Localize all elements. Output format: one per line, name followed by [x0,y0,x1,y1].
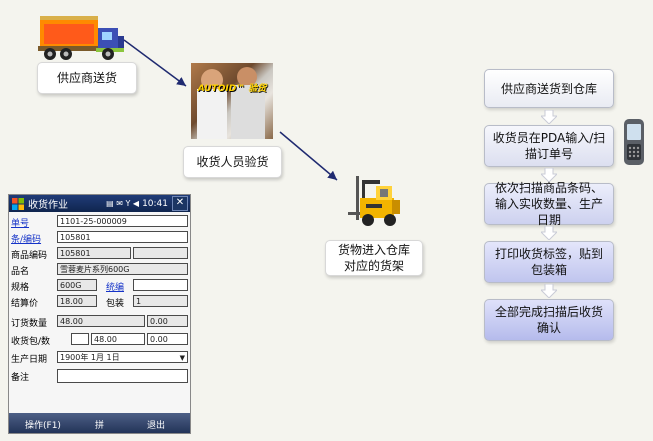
row-order-no: 单号 1101-25-000009 [9,215,190,229]
pack-label: 包装 [106,299,125,309]
flow-step-3-text: 依次扫描商品条码、输入实收数量、生产日期 [494,181,603,227]
price-label: 结算价 [11,299,39,309]
row-spec: 规格 600G 统编 [9,279,190,293]
barcode-label[interactable]: 条/编码 [11,232,41,245]
down-arrow-icon [541,110,557,124]
unit-field[interactable] [133,279,188,291]
flow-step-2: 收货员在PDA输入/扫描订单号 [484,125,614,167]
received-qty-field[interactable]: 48.00 [91,333,145,345]
received-pack-field[interactable] [71,333,89,345]
flow-step-4-text: 打印收货标签，贴到包装箱 [494,247,603,277]
flow-step-1: 供应商送货到仓库 [484,69,614,108]
chevron-down-icon: ▼ [179,354,185,362]
order-qty-label: 订货数量 [11,319,48,329]
row-remark: 备注 [9,369,190,383]
flow-step-5: 全部完成扫描后收货确认 [484,299,614,341]
production-date-value: 1900年 1月 1日 [60,353,120,362]
middle-softkey[interactable]: 拼 [95,418,104,431]
product-code-label: 商品编码 [11,251,48,261]
order-qty2-field: 0.00 [147,315,188,327]
order-no-label[interactable]: 单号 [11,216,29,229]
row-product-name: 品名 雪蓉麦片系列600G [9,263,190,277]
flow-step-4: 打印收货标签，贴到包装箱 [484,241,614,283]
arrow-photo-to-forklift [279,131,338,181]
pack-field: 1 [133,295,188,307]
pda-title-bar: 收货作业 ▤ ✉ Y ◀ 10:41 ✕ [9,195,190,212]
down-arrow-icon [541,284,557,298]
row-received: 收货包/数 48.00 0.00 [9,333,190,347]
operation-softkey[interactable]: 操作(F1) [25,418,61,431]
order-qty-field: 48.00 [57,315,145,327]
flow-step-5-text: 全部完成扫描后收货确认 [494,305,603,335]
product-name-label: 品名 [11,267,30,277]
handheld-scanner-icon [624,119,644,165]
price-field: 18.00 [57,295,97,307]
received-qty2-field[interactable]: 0.00 [147,333,188,345]
production-date-label: 生产日期 [11,355,48,365]
row-barcode: 条/编码 105801 [9,231,190,245]
exit-softkey[interactable]: 退出 [147,418,165,431]
product-code-extra-field [133,247,188,259]
row-production-date: 生产日期 1900年 1月 1日 ▼ [9,351,190,365]
row-product-code: 商品编码 105801 [9,247,190,261]
clock: 10:41 [142,198,168,209]
windows-logo-icon [12,197,24,210]
arrow-truck-to-photo [123,39,187,87]
row-order-qty: 订货数量 48.00 0.00 [9,315,190,329]
down-arrow-icon [541,226,557,240]
flow-step-1-text: 供应商送货到仓库 [500,81,597,96]
status-icons: ▤ ✉ Y ◀ [106,199,140,208]
product-code-field: 105801 [57,247,131,259]
unit-label[interactable]: 统编 [106,280,124,293]
production-date-select[interactable]: 1900年 1月 1日 ▼ [57,351,188,363]
received-label: 收货包/数 [11,337,51,347]
pda-title: 收货作业 [28,200,68,211]
product-name-field: 雪蓉麦片系列600G [57,263,188,275]
row-price: 结算价 18.00 包装 1 [9,295,190,309]
pda-screen: 收货作业 ▤ ✉ Y ◀ 10:41 ✕ 单号 1101-25-000009 条… [8,194,191,434]
flow-step-2-text: 收货员在PDA输入/扫描订单号 [492,131,606,161]
spec-label: 规格 [11,283,30,293]
close-button[interactable]: ✕ [172,196,188,211]
softkey-bar: 操作(F1) 拼 退出 [9,413,190,433]
spec-field: 600G [57,279,97,291]
order-no-field[interactable]: 1101-25-000009 [57,215,188,227]
remark-field[interactable] [57,369,188,383]
barcode-field[interactable]: 105801 [57,231,188,243]
remark-label: 备注 [11,373,30,383]
flow-step-3: 依次扫描商品条码、输入实收数量、生产日期 [484,181,614,227]
